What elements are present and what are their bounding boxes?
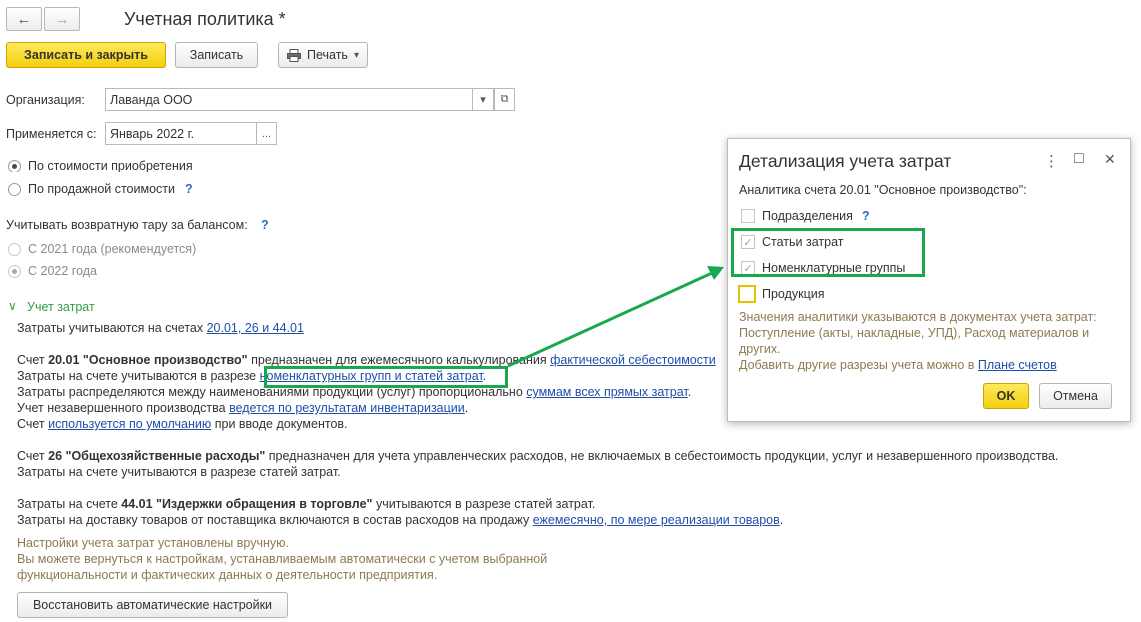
cancel-button[interactable]: Отмена xyxy=(1039,383,1112,409)
dialog-note-line1: Значения аналитики указываются в докумен… xyxy=(739,310,1097,324)
dialog-title: Детализация учета затрат xyxy=(739,151,952,171)
maximize-icon[interactable]: □ xyxy=(1074,150,1084,168)
dialog-note-line2: Поступление (акты, накладные, УПД), Расх… xyxy=(739,326,1090,340)
help-icon[interactable]: ? xyxy=(862,209,870,223)
chart-of-accounts-link[interactable]: Плане счетов xyxy=(978,358,1057,372)
ok-button[interactable]: OK xyxy=(983,383,1029,409)
checkbox-departments[interactable] xyxy=(741,209,755,223)
dialog-note-line3: других. xyxy=(739,342,781,356)
checkbox-departments-label: Подразделения xyxy=(762,209,853,223)
arrow-line xyxy=(507,271,713,368)
close-icon[interactable]: ✕ xyxy=(1104,151,1116,168)
highlight-box xyxy=(731,228,925,277)
text: Добавить другие разрезы учета можно в xyxy=(739,358,978,372)
dialog-note-line4: Добавить другие разрезы учета можно в Пл… xyxy=(739,358,1057,372)
checkbox-products[interactable] xyxy=(738,285,756,303)
dialog-subtitle: Аналитика счета 20.01 "Основное производ… xyxy=(739,183,1027,197)
cost-detail-dialog: Детализация учета затрат ⋮ □ ✕ Аналитика… xyxy=(727,138,1131,422)
checkbox-products-label: Продукция xyxy=(762,287,825,301)
more-icon[interactable]: ⋮ xyxy=(1044,152,1059,170)
